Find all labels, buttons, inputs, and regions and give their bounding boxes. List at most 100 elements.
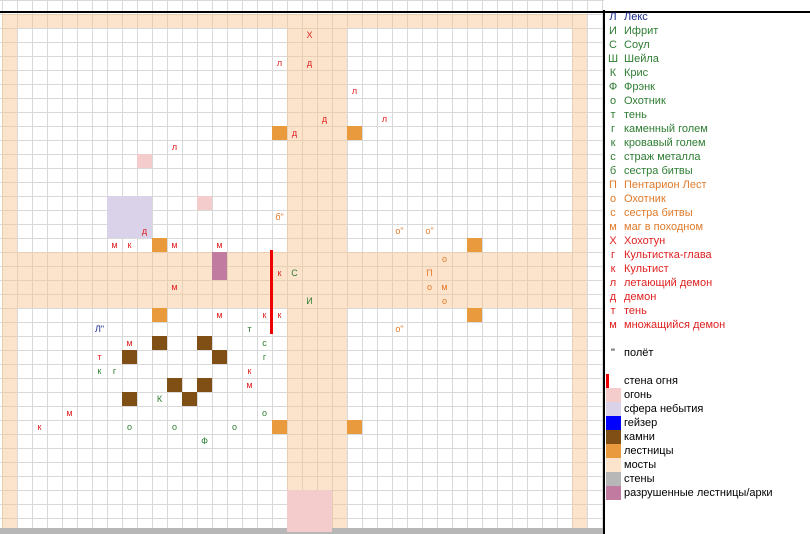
legend-row: м маг в походном (606, 220, 810, 234)
token-green[interactable]: г (257, 350, 272, 364)
legend-label: демон (624, 291, 657, 303)
legend-label: каменный голем (624, 123, 708, 135)
legend-label: множащийся демон (624, 319, 726, 331)
terrain-void-cell (122, 210, 137, 224)
token-red[interactable]: Х (302, 28, 317, 42)
terrain-void-cell (107, 196, 122, 210)
token-red[interactable]: м (167, 280, 182, 294)
token-green[interactable]: о (257, 406, 272, 420)
legend-symbol: С (609, 39, 617, 51)
legend-swatch (606, 374, 609, 388)
terrain-stairs-cell (347, 420, 362, 434)
token-red[interactable]: л (167, 140, 182, 154)
token-red[interactable]: к (257, 308, 272, 322)
legend-swatch (606, 472, 621, 486)
legend-row: о Охотник (606, 192, 810, 206)
legend-row: Л Лекс (606, 10, 810, 24)
terrain-void-cell (137, 196, 152, 210)
legend-label: разрушенные лестницы/арки (624, 487, 773, 499)
token-orange[interactable]: о" (422, 224, 437, 238)
legend-label: полёт (624, 347, 654, 359)
token-green[interactable]: о (227, 420, 242, 434)
token-red[interactable]: м (212, 308, 227, 322)
token-red[interactable]: м (212, 238, 227, 252)
token-green[interactable]: С (287, 266, 302, 280)
token-green[interactable]: о (167, 420, 182, 434)
legend-label: Охотник (624, 95, 666, 107)
terrain-fire-cell (317, 504, 332, 518)
token-red[interactable]: м (62, 406, 77, 420)
legend-label: сестра битвы (624, 165, 693, 177)
token-red[interactable]: д (137, 224, 152, 238)
token-red[interactable]: л (272, 56, 287, 70)
token-blue[interactable]: Л" (92, 322, 107, 336)
legend-row: лестницы (606, 444, 810, 458)
token-red[interactable]: д (302, 56, 317, 70)
token-red[interactable]: м (242, 378, 257, 392)
legend-row: о Охотник (606, 94, 810, 108)
legend-symbol: Л (609, 11, 617, 23)
token-red[interactable]: м (167, 238, 182, 252)
legend-row: Ш Шейла (606, 52, 810, 66)
token-green[interactable]: г (107, 364, 122, 378)
token-red[interactable]: к (242, 364, 257, 378)
token-orange[interactable]: о" (392, 322, 407, 336)
legend-row: мосты (606, 458, 810, 472)
legend-swatch (606, 402, 621, 416)
terrain-fire-cell (197, 196, 212, 210)
token-red[interactable]: д (317, 112, 332, 126)
token-green[interactable]: Ф (197, 434, 212, 448)
legend-row: камни (606, 430, 810, 444)
legend-label: Хохотун (624, 235, 666, 247)
token-red[interactable]: л (377, 112, 392, 126)
token-red[interactable]: к (122, 238, 137, 252)
token-green[interactable]: т (242, 322, 257, 336)
token-green[interactable]: К (152, 392, 167, 406)
token-orange[interactable]: б" (272, 210, 287, 224)
token-red[interactable]: к (32, 420, 47, 434)
legend-row: к кровавый голем (606, 136, 810, 150)
legend-row: К Крис (606, 66, 810, 80)
token-red[interactable]: к (272, 266, 287, 280)
token-orange[interactable]: П (422, 266, 437, 280)
token-red[interactable]: т (92, 350, 107, 364)
legend-row: г каменный голем (606, 122, 810, 136)
terrain-stairs-cell (467, 308, 482, 322)
token-orange[interactable]: м (437, 280, 452, 294)
legend-symbol: г (610, 123, 615, 135)
token-red[interactable]: л (347, 84, 362, 98)
token-green[interactable]: о (122, 420, 137, 434)
legend-symbol: Ф (608, 81, 618, 93)
legend-row (606, 360, 810, 374)
battle-map[interactable]: Хл д л д л д л б" о" о" д м к м м о к С Пм о м Ио м к к Л" т о" м с т г… (0, 0, 604, 534)
legend-row: Х Хохотун (606, 234, 810, 248)
legend-row: л летающий демон (606, 276, 810, 290)
token-red[interactable]: д (287, 126, 302, 140)
token-green[interactable]: И (302, 294, 317, 308)
legend-row: Ф Фрэнк (606, 80, 810, 94)
token-green[interactable]: с (257, 336, 272, 350)
token-red[interactable]: м (122, 336, 137, 350)
token-orange[interactable]: о (437, 252, 452, 266)
legend-label: стены (624, 473, 655, 485)
legend-label: лестницы (624, 445, 674, 457)
legend-row: д демон (606, 290, 810, 304)
legend-symbol: т (610, 109, 616, 121)
legend-label: Шейла (624, 53, 659, 65)
legend-row: сфера небытия (606, 402, 810, 416)
legend-symbol: л (609, 277, 617, 289)
legend-symbol: И (609, 25, 617, 37)
token-orange[interactable]: о" (392, 224, 407, 238)
token-red[interactable]: к (272, 308, 287, 322)
legend-row: с сестра битвы (606, 206, 810, 220)
token-orange[interactable]: о (437, 294, 452, 308)
legend-label: мосты (624, 459, 657, 471)
legend-symbol: к (610, 263, 616, 275)
terrain-fire-cell (302, 518, 317, 532)
token-red[interactable]: м (107, 238, 122, 252)
legend-row: т тень (606, 304, 810, 318)
legend-symbol: б (609, 165, 617, 177)
terrain-fire-cell (302, 504, 317, 518)
token-orange[interactable]: о (422, 280, 437, 294)
token-green[interactable]: к (92, 364, 107, 378)
